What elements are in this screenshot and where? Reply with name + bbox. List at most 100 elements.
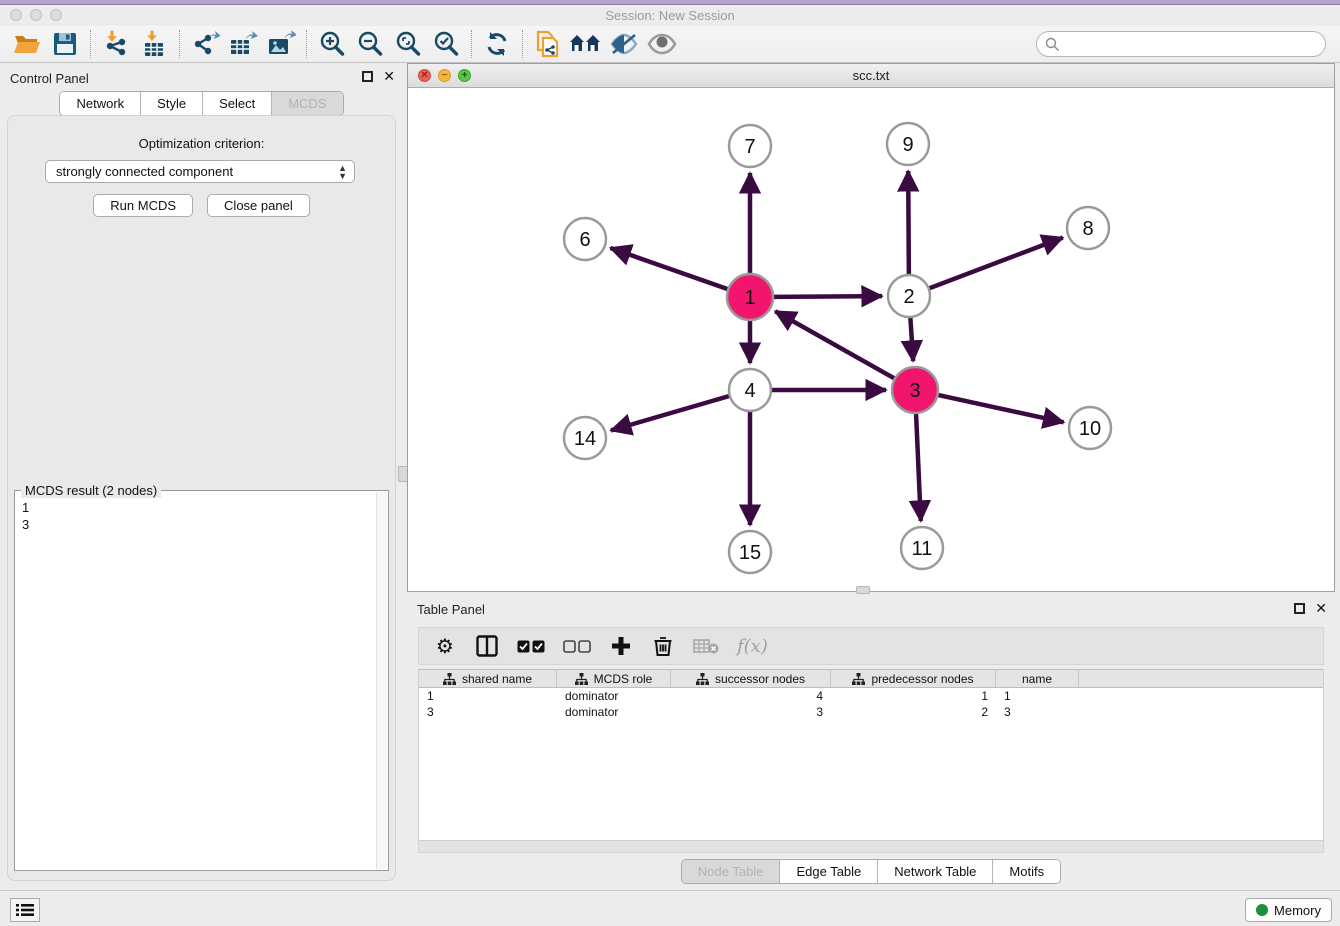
export-image-icon[interactable]: [262, 28, 300, 60]
window-controls[interactable]: [10, 9, 62, 21]
tab-network[interactable]: Network: [60, 92, 141, 115]
cell-shared-name[interactable]: 1: [419, 688, 557, 704]
tab-network-table[interactable]: Network Table: [878, 860, 993, 883]
clone-network-icon[interactable]: [529, 28, 567, 60]
search-input[interactable]: [1036, 31, 1326, 57]
column-header-successor-nodes[interactable]: successor nodes: [671, 670, 831, 687]
delete-column-icon[interactable]: [651, 635, 675, 657]
column-header-name[interactable]: name: [996, 670, 1079, 687]
network-close-icon[interactable]: ✕: [418, 69, 431, 82]
add-column-icon[interactable]: [609, 635, 633, 657]
cell-predecessor-nodes[interactable]: 1: [831, 688, 996, 704]
zoom-fit-icon[interactable]: [389, 28, 427, 60]
tab-edge-table[interactable]: Edge Table: [780, 860, 878, 883]
zoom-in-icon[interactable]: [313, 28, 351, 60]
mcds-result-list[interactable]: 1 3: [16, 497, 376, 869]
cell-mcds-role[interactable]: dominator: [557, 688, 671, 704]
edge-2-8[interactable]: [930, 238, 1063, 289]
table-settings-icon[interactable]: ⚙: [433, 634, 457, 658]
graph-node-10[interactable]: 10: [1069, 407, 1111, 449]
memory-button[interactable]: Memory: [1245, 898, 1332, 922]
maximize-window-button[interactable]: [50, 9, 62, 21]
import-table-icon[interactable]: [135, 28, 173, 60]
graph-node-4[interactable]: 4: [729, 369, 771, 411]
edge-2-3[interactable]: [910, 318, 913, 361]
open-file-icon[interactable]: [8, 28, 46, 60]
run-mcds-button[interactable]: Run MCDS: [93, 194, 193, 217]
tab-node-table[interactable]: Node Table: [682, 860, 781, 883]
cell-predecessor-nodes[interactable]: 2: [831, 704, 996, 720]
delete-table-icon[interactable]: [693, 638, 719, 654]
table-panel-title: Table Panel: [417, 602, 485, 617]
minimize-window-button[interactable]: [30, 9, 42, 21]
apply-function-icon[interactable]: f(x): [737, 636, 768, 657]
tab-select[interactable]: Select: [203, 92, 272, 115]
edge-3-11[interactable]: [916, 414, 921, 521]
graph-node-8[interactable]: 8: [1067, 207, 1109, 249]
result-scrollbar[interactable]: [376, 492, 387, 869]
toolbar-separator: [306, 30, 307, 58]
cell-shared-name[interactable]: 3: [419, 704, 557, 720]
network-window-titlebar[interactable]: ✕ − + scc.txt: [408, 64, 1334, 88]
hide-detail-icon[interactable]: [605, 28, 643, 60]
column-header-predecessor-nodes[interactable]: predecessor nodes: [831, 670, 996, 687]
edge-4-14[interactable]: [611, 396, 729, 430]
table-row[interactable]: 1 dominator 4 1 1: [419, 688, 1323, 704]
graph-node-14[interactable]: 14: [564, 417, 606, 459]
table-splitter-grip[interactable]: [856, 586, 870, 594]
close-panel-button[interactable]: Close panel: [207, 194, 310, 217]
close-panel-icon[interactable]: ✕: [383, 70, 395, 82]
save-session-icon[interactable]: [46, 28, 84, 60]
cell-mcds-role[interactable]: dominator: [557, 704, 671, 720]
tab-mcds[interactable]: MCDS: [272, 92, 342, 115]
float-table-panel-icon[interactable]: [1294, 603, 1305, 614]
network-minimize-icon[interactable]: −: [438, 69, 451, 82]
cell-name[interactable]: 1: [996, 688, 1079, 704]
close-table-panel-icon[interactable]: ✕: [1315, 602, 1327, 614]
edge-1-6[interactable]: [610, 248, 727, 289]
home-icon[interactable]: [567, 28, 605, 60]
tab-motifs[interactable]: Motifs: [993, 860, 1060, 883]
deselect-all-checkboxes-icon[interactable]: [563, 640, 591, 653]
table-row[interactable]: 3 dominator 3 2 3: [419, 704, 1323, 720]
cell-successor-nodes[interactable]: 4: [671, 688, 831, 704]
tab-style[interactable]: Style: [141, 92, 203, 115]
graph-node-11[interactable]: 11: [901, 527, 943, 569]
cell-successor-nodes[interactable]: 3: [671, 704, 831, 720]
graph-node-2[interactable]: 2: [888, 275, 930, 317]
refresh-icon[interactable]: [478, 28, 516, 60]
network-maximize-icon[interactable]: +: [458, 69, 471, 82]
close-window-button[interactable]: [10, 9, 22, 21]
network-graph[interactable]: 1 2 3 4 6 7 8 9 10 11 14 15: [408, 88, 1334, 591]
table-panel-header: Table Panel ✕: [407, 595, 1335, 621]
export-network-icon[interactable]: [186, 28, 224, 60]
graph-node-9[interactable]: 9: [887, 123, 929, 165]
zoom-out-icon[interactable]: [351, 28, 389, 60]
hierarchy-icon: [575, 673, 588, 685]
graph-node-3[interactable]: 3: [892, 367, 938, 413]
column-header-mcds-role[interactable]: MCDS role: [557, 670, 671, 687]
graph-node-1[interactable]: 1: [727, 274, 773, 320]
show-graphics-icon[interactable]: [643, 28, 681, 60]
node-table[interactable]: shared name MCDS role successor nodes pr…: [418, 669, 1324, 841]
split-view-icon[interactable]: [475, 635, 499, 657]
svg-text:11: 11: [912, 538, 933, 560]
float-panel-icon[interactable]: [362, 71, 373, 82]
graph-node-15[interactable]: 15: [729, 531, 771, 573]
network-canvas[interactable]: 1 2 3 4 6 7 8 9 10 11 14 15: [408, 88, 1334, 591]
select-all-checkboxes-icon[interactable]: [517, 640, 545, 653]
edge-1-2[interactable]: [774, 296, 882, 297]
graph-node-7[interactable]: 7: [729, 125, 771, 167]
graph-node-6[interactable]: 6: [564, 218, 606, 260]
svg-text:10: 10: [1079, 418, 1101, 440]
criterion-select[interactable]: strongly connected component ▲▼: [45, 160, 355, 183]
edge-3-10[interactable]: [938, 395, 1063, 422]
task-history-button[interactable]: [10, 898, 40, 922]
edge-3-1[interactable]: [775, 311, 894, 378]
export-table-icon[interactable]: [224, 28, 262, 60]
import-network-icon[interactable]: [97, 28, 135, 60]
edge-2-9[interactable]: [908, 171, 909, 274]
zoom-selected-icon[interactable]: [427, 28, 465, 60]
column-header-shared-name[interactable]: shared name: [419, 670, 557, 687]
cell-name[interactable]: 3: [996, 704, 1079, 720]
